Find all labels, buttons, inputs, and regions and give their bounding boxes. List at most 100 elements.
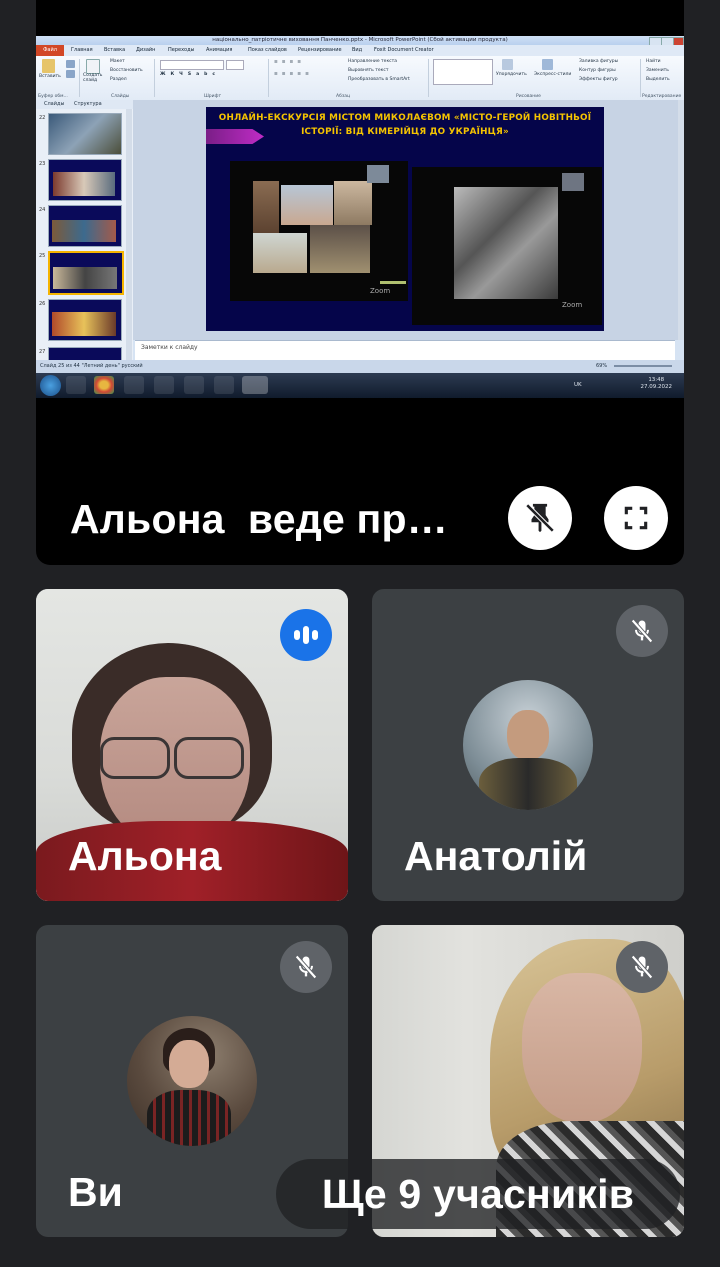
photo-monument	[310, 225, 370, 273]
slide-counter: Слайд 25 из 44 "Летний день" русский	[40, 363, 143, 369]
replace-label: Заменить	[646, 68, 669, 73]
start-icon	[40, 375, 61, 396]
ribbon-separator	[640, 59, 641, 97]
fullscreen-button[interactable]	[604, 486, 668, 550]
slide-thumbnail	[48, 113, 122, 155]
thumbnail-photo	[52, 220, 116, 242]
participant-name: Альона	[68, 833, 222, 879]
thumb-number: 25	[39, 253, 46, 259]
slide-thumbnail	[48, 159, 122, 201]
slides-panel-tabs: Слайды Структура	[36, 100, 133, 109]
tab-home: Главная	[71, 47, 93, 53]
photo-building	[281, 185, 333, 225]
notes-box: Заметки к слайду	[135, 340, 675, 360]
ppt-title-bar: національно_патріотичне виховання Панчен…	[36, 36, 684, 45]
cut-icon	[66, 60, 75, 68]
font-style-buttons: ЖКЧSabc	[160, 72, 220, 77]
outline-tab: Структура	[74, 101, 102, 107]
tab-view: Вид	[352, 47, 363, 53]
quick-styles-label: Экспресс-стили	[534, 72, 572, 77]
photo-archive	[454, 187, 558, 299]
explorer-icon	[66, 376, 86, 394]
slide-edit-area: ОНЛАЙН-ЕКСКУРСІЯ МІСТОМ МИКОЛАЄВОМ «МІСТ…	[133, 100, 678, 340]
fullscreen-icon	[624, 506, 648, 530]
tab-foxit: Foxit Document Creator	[374, 47, 434, 53]
shape-fill-label: Заливка фигуры	[579, 59, 619, 64]
paste-label: Вставить	[39, 74, 61, 79]
arrange-icon	[502, 59, 513, 70]
zoom-slider	[614, 365, 672, 367]
slides-tab: Слайды	[44, 101, 65, 107]
participant-name: Анатолій	[404, 833, 588, 879]
find-label: Найти	[646, 59, 661, 64]
mic-off-badge	[616, 941, 668, 993]
more-participants-button[interactable]: Ще 9 учасників	[276, 1159, 680, 1229]
ribbon-separator	[428, 59, 429, 97]
paragraph-align-buttons: ≡≡≡≡≡	[274, 72, 313, 77]
slide-arrow-decoration	[206, 129, 264, 144]
align-text-label: Выровнять текст	[348, 68, 389, 73]
pdf-icon	[214, 376, 234, 394]
slide-title: ОНЛАЙН-ЕКСКУРСІЯ МІСТОМ МИКОЛАЄВОМ «МІСТ…	[218, 113, 592, 137]
mic-off-badge	[280, 941, 332, 993]
create-slide-label: Создать слайд	[83, 73, 103, 83]
self-view-thumbnail	[562, 173, 584, 191]
unpin-button[interactable]	[508, 486, 572, 550]
shapes-gallery	[433, 59, 493, 85]
mic-off-badge	[616, 605, 668, 657]
photo-church	[253, 181, 279, 233]
zoom-watermark: Zoom	[370, 287, 391, 295]
zoom-watermark: Zoom	[562, 301, 583, 309]
tab-insert: Вставка	[104, 47, 126, 53]
ppt-window-title: національно_патріотичне виховання Панчен…	[212, 37, 508, 43]
slide-video-right: Zoom	[412, 167, 602, 325]
ribbon-tabs: Главная Вставка Дизайн Переходы Анимация…	[36, 45, 684, 56]
slide-thumbnail-selected	[48, 251, 124, 295]
copy-icon	[66, 70, 75, 78]
smartart-label: Преобразовать в SmartArt	[348, 77, 410, 82]
arrange-label: Упорядочить	[496, 72, 527, 77]
thumb-number: 24	[39, 207, 46, 213]
avatar-embroidered-shirt	[147, 1090, 231, 1146]
font-size-box	[226, 60, 244, 70]
slide-thumbnail	[48, 299, 122, 341]
new-slide-icon	[86, 59, 100, 74]
tab-transitions: Переходы	[168, 47, 195, 53]
avatar-face	[507, 710, 549, 760]
avatar	[463, 680, 593, 810]
thumbnail-photo	[52, 312, 116, 336]
avatar-face	[169, 1040, 209, 1088]
group-drawing: Рисование	[516, 94, 541, 99]
thumbnail-scrollbar	[126, 109, 132, 373]
avatar	[127, 1016, 257, 1146]
zoom-level: 69%	[596, 363, 608, 369]
shape-effects-label: Эффекты фигур	[579, 77, 618, 82]
ribbon: Вставить Создать слайд Макет Восстановит…	[36, 56, 684, 101]
avatar-jacket	[479, 758, 577, 810]
ribbon-separator	[79, 59, 80, 97]
media-player-icon	[124, 376, 144, 394]
ribbon-separator	[154, 59, 155, 97]
participant-tile-alona[interactable]: Альона	[36, 589, 348, 901]
participant-tile-anatolii[interactable]: Анатолій	[372, 589, 684, 901]
slide-scrollbar	[678, 100, 684, 340]
thumb-number: 26	[39, 301, 46, 307]
text-direction-label: Направление текста	[348, 59, 398, 64]
slide-thumbnails: 22 23 24 25 26 27	[36, 109, 133, 373]
font-family-box	[160, 60, 224, 70]
slide-video-left: Zoom	[230, 161, 408, 301]
layout-label: Макет	[110, 59, 125, 64]
tab-review: Рецензирование	[298, 47, 342, 53]
tab-design: Дизайн	[136, 47, 156, 53]
mic-off-icon	[631, 955, 653, 979]
group-slides: Слайды	[111, 94, 130, 99]
quick-styles-icon	[542, 59, 553, 70]
audio-level-icon	[294, 626, 318, 644]
ppt-status-bar: Слайд 25 из 44 "Летний день" русский 69%	[36, 360, 684, 373]
presentation-tile[interactable]: національно_патріотичне виховання Панчен…	[36, 0, 684, 565]
thumb-number: 27	[39, 349, 46, 355]
app-icon	[184, 376, 204, 394]
paragraph-list-buttons: ≡≡≡≡	[274, 60, 306, 65]
photo-painting	[253, 233, 307, 273]
shape-outline-label: Контур фигуры	[579, 68, 616, 73]
